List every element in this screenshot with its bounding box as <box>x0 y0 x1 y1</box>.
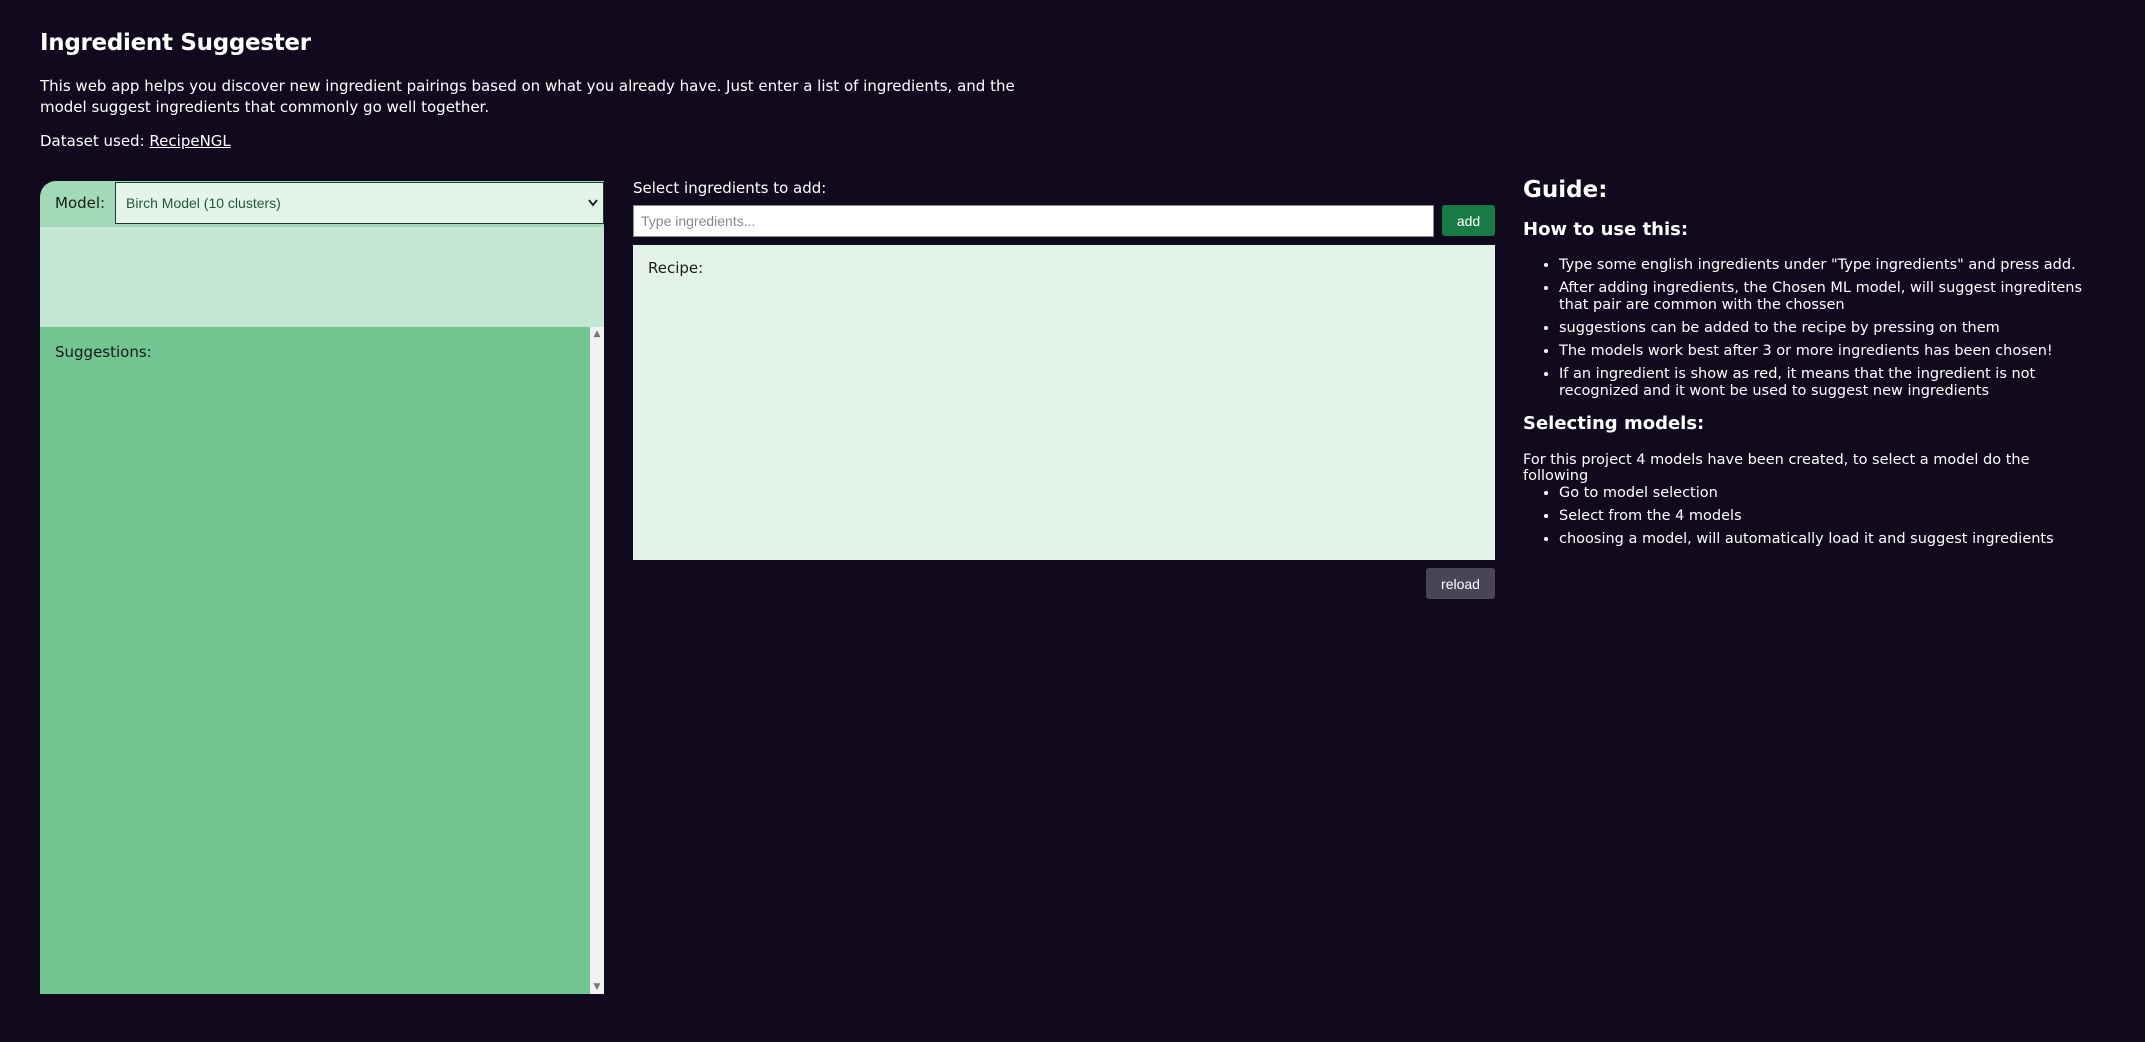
add-button[interactable]: add <box>1442 205 1495 236</box>
list-item: Go to model selection <box>1559 485 2083 502</box>
recipe-panel: Recipe: <box>633 245 1495 560</box>
reload-button[interactable]: reload <box>1426 568 1495 599</box>
suggestions-scrollbar[interactable]: ▲ ▼ <box>590 327 604 994</box>
model-select[interactable]: Birch Model (10 clusters) <box>115 182 604 224</box>
scroll-down-arrow-icon[interactable]: ▼ <box>590 980 604 994</box>
ingredient-input[interactable] <box>633 205 1434 237</box>
model-select-value: Birch Model (10 clusters) <box>126 195 281 211</box>
page-description: This web app helps you discover new ingr… <box>40 77 1015 116</box>
scroll-up-arrow-icon[interactable]: ▲ <box>590 327 604 341</box>
list-item: Type some english ingredients under "Typ… <box>1559 257 2083 274</box>
how-to-title: How to use this: <box>1523 219 1689 240</box>
select-ingredients-label: Select ingredients to add: <box>633 179 827 197</box>
page: Ingredient Suggester This web app helps … <box>0 0 2145 1042</box>
dataset-link[interactable]: RecipeNGL <box>149 132 230 150</box>
model-info-area <box>40 227 604 327</box>
how-to-list: Type some english ingredients under "Typ… <box>1523 257 2083 406</box>
model-selector-bar: Model: Birch Model (10 clusters) <box>40 181 604 227</box>
guide-title: Guide: <box>1523 177 1608 203</box>
dataset-line: Dataset used: RecipeNGL <box>40 132 231 150</box>
model-label: Model: <box>55 194 106 212</box>
list-item: After adding ingredients, the Chosen ML … <box>1559 280 2083 314</box>
page-title: Ingredient Suggester <box>40 30 311 56</box>
selecting-models-title: Selecting models: <box>1523 413 1705 434</box>
suggestions-panel: Suggestions: ▲ ▼ <box>40 327 604 994</box>
left-panel: Model: Birch Model (10 clusters) Suggest… <box>40 181 604 994</box>
list-item: Select from the 4 models <box>1559 508 2083 525</box>
selecting-models-intro: For this project 4 models have been crea… <box>1523 452 2030 484</box>
dataset-prefix: Dataset used: <box>40 132 145 150</box>
list-item: suggestions can be added to the recipe b… <box>1559 320 2083 337</box>
recipe-label: Recipe: <box>648 259 704 277</box>
list-item: The models work best after 3 or more ing… <box>1559 343 2083 360</box>
selecting-models-list: Go to model selection Select from the 4 … <box>1523 485 2083 554</box>
list-item: If an ingredient is show as red, it mean… <box>1559 366 2083 400</box>
suggestions-label: Suggestions: <box>55 343 152 361</box>
list-item: choosing a model, will automatically loa… <box>1559 531 2083 548</box>
